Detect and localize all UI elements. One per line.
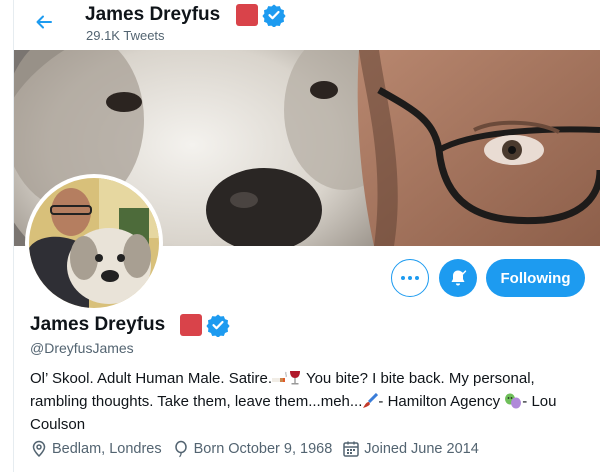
profile-avatar[interactable] <box>25 174 163 312</box>
theater-masks-emoji-icon <box>504 393 522 415</box>
red-square-emoji <box>236 4 258 26</box>
birthday-text: Born October 9, 1968 <box>193 441 333 457</box>
balloon-icon <box>174 440 187 458</box>
notifications-button[interactable] <box>439 259 477 297</box>
profile-meta: Bedlam, Londres Born October 9, 1968 Joi… <box>30 439 489 459</box>
calendar-icon <box>343 441 360 457</box>
following-button[interactable]: Following <box>486 259 585 297</box>
back-arrow-icon[interactable] <box>34 12 54 32</box>
bio-text: - Hamilton Agency <box>378 393 505 410</box>
bio-text: Ol’ Skool. Adult Human Male. Satire. <box>30 370 273 387</box>
red-square-emoji <box>180 314 202 336</box>
bell-icon <box>451 270 467 286</box>
verified-badge-icon <box>262 3 286 28</box>
profile-bio: Ol’ Skool. Adult Human Male. Satire. You… <box>30 369 585 435</box>
joined-item: Joined June 2014 <box>342 440 479 458</box>
verified-badge-icon <box>206 313 230 338</box>
birthday-item: Born October 9, 1968 <box>172 440 333 458</box>
more-dot <box>415 276 419 280</box>
location-text: Bedlam, Londres <box>52 441 162 457</box>
location-item: Bedlam, Londres <box>30 440 162 458</box>
tweet-count: 29.1K Tweets <box>86 28 165 43</box>
wine-glass-emoji-icon <box>288 370 302 392</box>
location-pin-icon <box>32 440 46 458</box>
profile-handle: @DreyfusJames <box>30 340 134 356</box>
cigarette-emoji-icon <box>272 370 288 392</box>
profile-name: James Dreyfus <box>30 314 166 335</box>
header-name: James Dreyfus <box>85 4 221 25</box>
joined-text: Joined June 2014 <box>364 441 479 457</box>
profile-header-bar: James Dreyfus 29.1K Tweets <box>14 0 600 50</box>
more-dots-icon <box>401 276 405 280</box>
more-options-button[interactable] <box>391 259 429 297</box>
more-dot <box>408 276 412 280</box>
paintbrush-emoji-icon <box>362 392 379 415</box>
